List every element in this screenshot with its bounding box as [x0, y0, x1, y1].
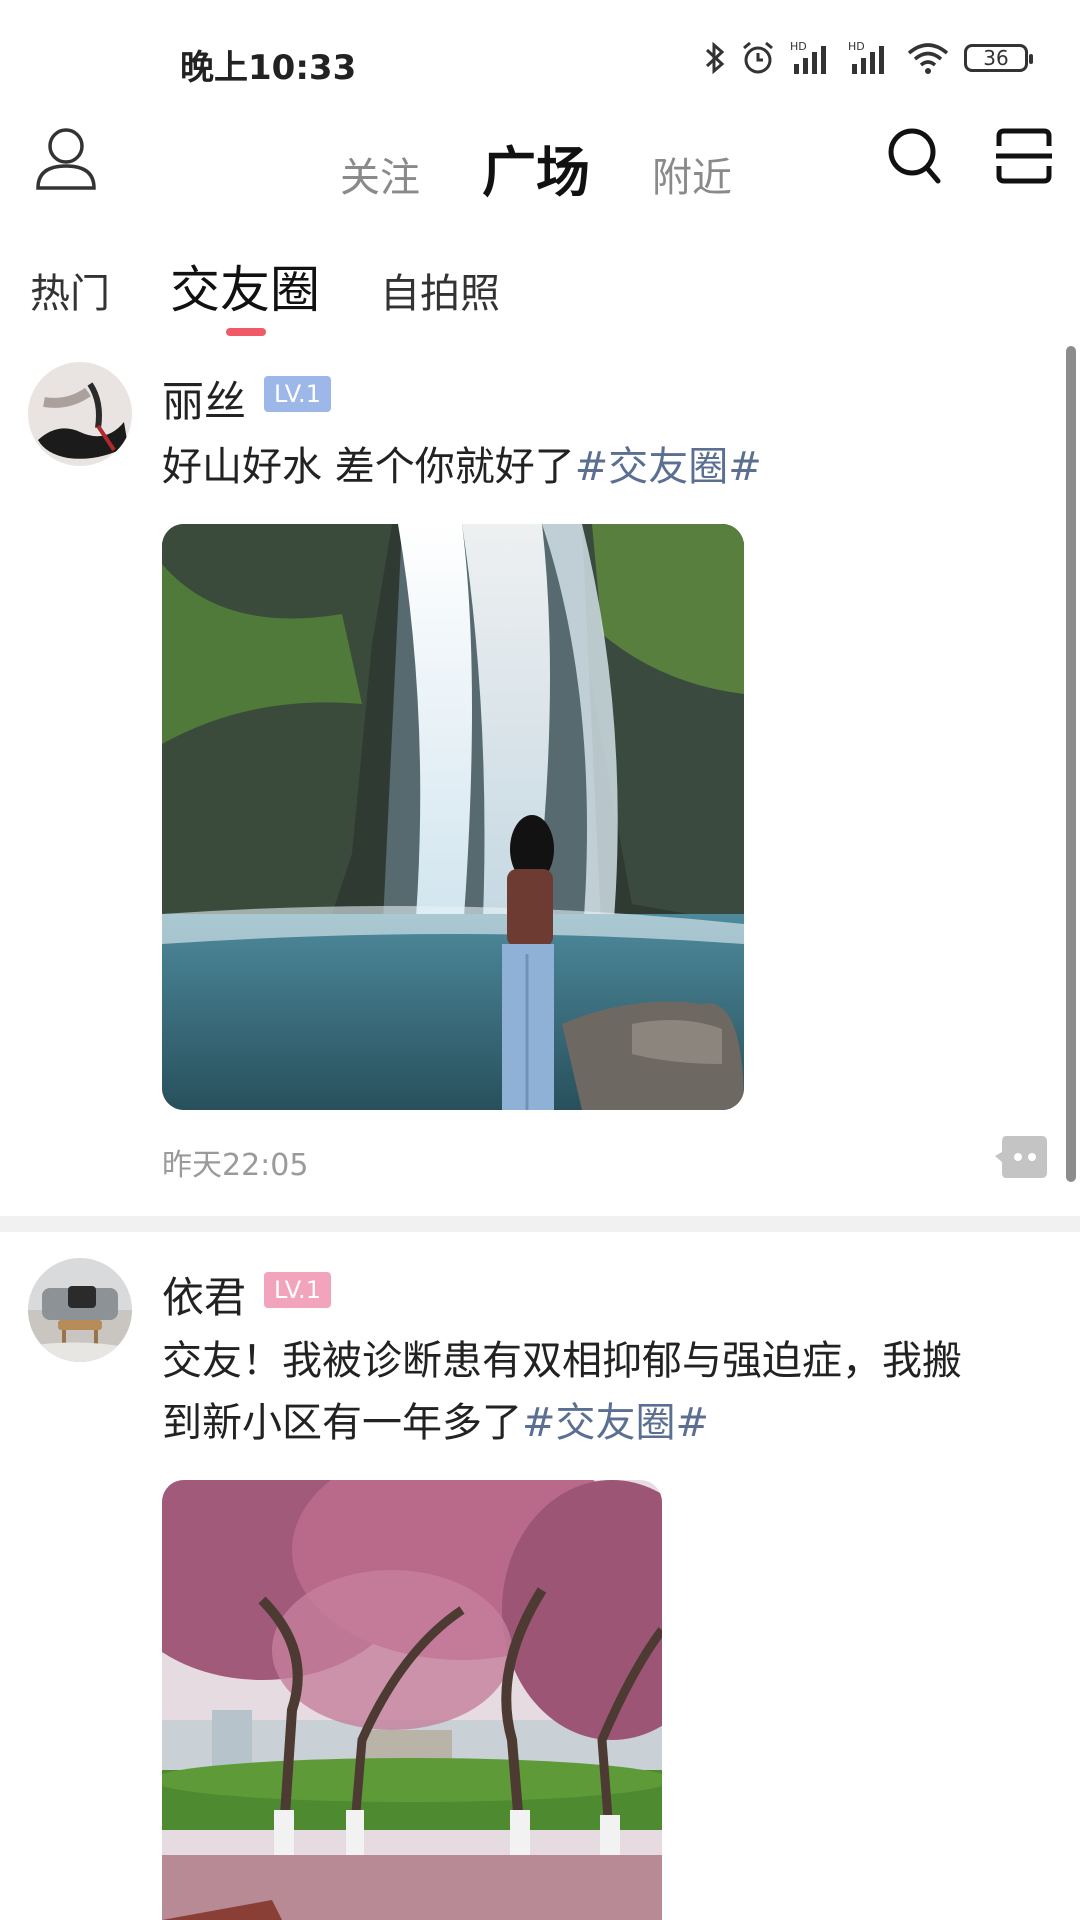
- user-icon[interactable]: [34, 124, 98, 194]
- active-tab-indicator: [226, 328, 266, 336]
- comment-icon[interactable]: [994, 1134, 1048, 1180]
- topic-tag[interactable]: #交友圈#: [575, 444, 762, 490]
- battery-icon: 36: [964, 44, 1033, 72]
- bluetooth-icon: [704, 41, 726, 75]
- battery-level: 36: [983, 46, 1009, 70]
- tab-square[interactable]: 广场: [482, 128, 590, 207]
- search-icon[interactable]: [886, 126, 944, 188]
- waterfall-photo[interactable]: [162, 524, 744, 1110]
- post-body: 到新小区有一年多了: [162, 1400, 522, 1446]
- nav-tabs: 关注 广场 附近: [340, 128, 732, 207]
- cherry-blossom-photo[interactable]: [162, 1480, 662, 1920]
- avatar[interactable]: [28, 362, 132, 466]
- post-divider: [0, 1216, 1080, 1232]
- post-body-line: 到新小区有一年多了#交友圈#: [162, 1392, 1042, 1454]
- subtab-selfie[interactable]: 自拍照: [380, 261, 500, 319]
- status-time: 晚上10:33: [180, 48, 357, 88]
- level-badge: LV.1: [264, 376, 331, 412]
- topic-tag[interactable]: #交友圈#: [522, 1400, 709, 1446]
- tab-follow[interactable]: 关注: [340, 145, 420, 203]
- hd-signal-icon: HD: [848, 40, 892, 76]
- username[interactable]: 丽丝: [162, 368, 246, 429]
- post-text: 好山好水 差个你就好了#交友圈#: [162, 436, 1042, 498]
- username[interactable]: 依君: [162, 1264, 246, 1325]
- post-body: 好山好水 差个你就好了: [162, 444, 575, 490]
- subtab-friends-circle[interactable]: 交友圈: [170, 250, 320, 322]
- avatar[interactable]: [28, 1258, 132, 1362]
- app-screen: 晚上10:33 HD HD 36 关注 广场 附近 热门 交友圈 自拍照 丽丝 …: [0, 0, 1080, 1920]
- post-text: 交友！我被诊断患有双相抑郁与强迫症，我搬 到新小区有一年多了#交友圈#: [162, 1330, 1042, 1454]
- svg-text:HD: HD: [848, 40, 865, 53]
- post-time: 昨天22:05: [162, 1148, 309, 1183]
- subtab-hot[interactable]: 热门: [30, 261, 110, 319]
- status-bar: 晚上10:33 HD HD 36: [0, 0, 1080, 120]
- status-icons: HD HD 36: [704, 40, 1033, 76]
- scrollbar[interactable]: [1066, 346, 1076, 1182]
- wifi-icon: [906, 41, 950, 75]
- scan-icon[interactable]: [996, 128, 1052, 184]
- post-body-line: 交友！我被诊断患有双相抑郁与强迫症，我搬: [162, 1338, 962, 1384]
- hd-signal-icon: HD: [790, 40, 834, 76]
- alarm-icon: [740, 40, 776, 76]
- tab-nearby[interactable]: 附近: [652, 145, 732, 203]
- sub-tabs: 热门 交友圈 自拍照: [30, 250, 500, 322]
- svg-text:HD: HD: [790, 40, 807, 53]
- level-badge: LV.1: [264, 1272, 331, 1308]
- top-nav: 关注 广场 附近: [0, 110, 1080, 230]
